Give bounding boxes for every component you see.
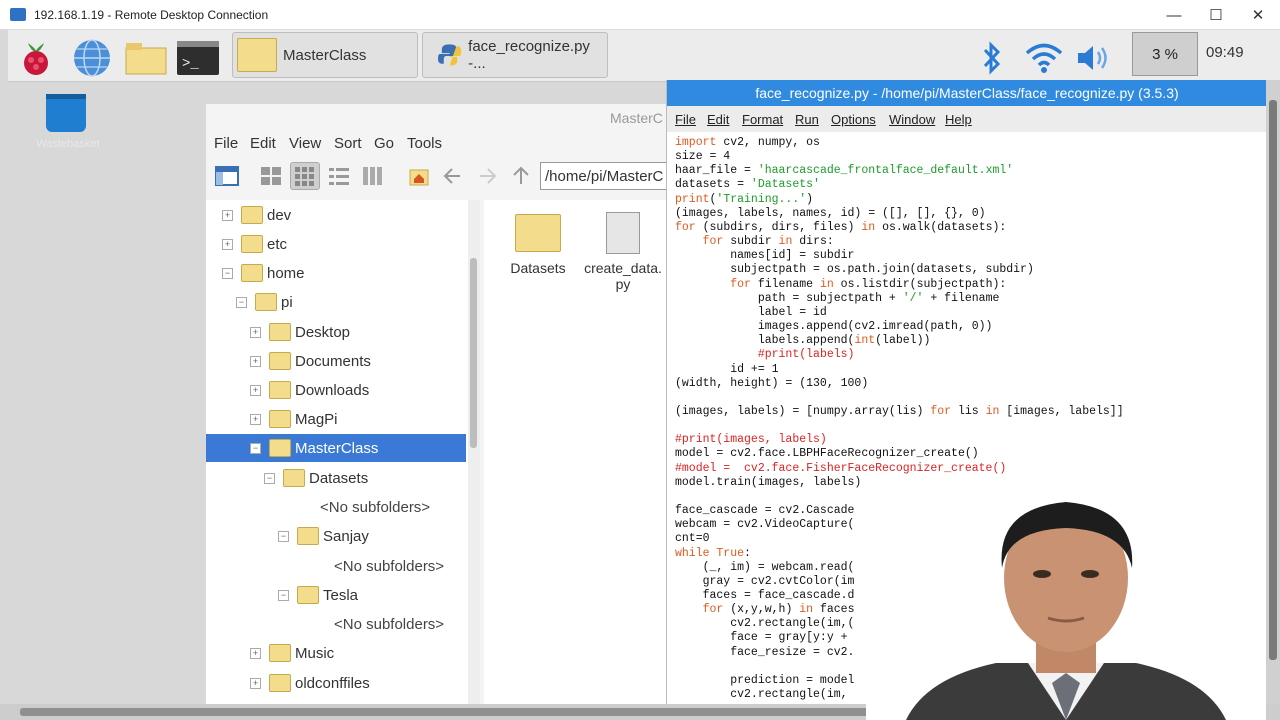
taskbar: >_ MasterClass face_recognize.py -... 3 … <box>8 30 1280 82</box>
text-file-icon <box>606 212 640 254</box>
folder-icon <box>283 469 305 487</box>
tree-item-masterclass[interactable]: − MasterClass <box>206 434 466 462</box>
folder-icon <box>515 214 561 252</box>
tree-item-pi[interactable]: − pi <box>236 288 293 316</box>
scrollbar-thumb[interactable] <box>1269 100 1277 660</box>
editor-menu-run[interactable]: Run <box>795 112 819 127</box>
editor-menubar: File Edit Format Run Options Window Help <box>667 106 1267 132</box>
file-list: Datasets create_data.py <box>484 200 676 704</box>
maximize-button[interactable]: ☐ <box>1194 4 1238 26</box>
menu-go[interactable]: Go <box>374 135 394 152</box>
back-arrow-icon[interactable] <box>438 162 468 190</box>
thumbnail-view-icon[interactable] <box>290 162 320 190</box>
menu-edit[interactable]: Edit <box>250 135 276 152</box>
editor-scrollbar[interactable] <box>1266 80 1280 704</box>
editor-title: face_recognize.py - /home/pi/MasterClass… <box>667 80 1267 106</box>
editor-menu-help[interactable]: Help <box>945 112 972 127</box>
tree-item-home[interactable]: − home <box>222 259 305 287</box>
tree-scrollbar[interactable] <box>468 200 480 704</box>
file-item-create-data[interactable]: create_data.py <box>582 206 664 292</box>
folder-icon <box>297 586 319 604</box>
tree-item-etc[interactable]: + etc <box>222 230 287 258</box>
presenter-photo <box>906 502 1226 720</box>
editor-menu-format[interactable]: Format <box>742 112 783 127</box>
forward-arrow-icon[interactable] <box>472 162 502 190</box>
wastebasket-label: Wastebasket <box>36 138 100 150</box>
folder-icon <box>269 410 291 428</box>
folder-icon <box>269 674 291 692</box>
task-masterclass[interactable]: MasterClass <box>232 32 418 78</box>
task-face-recognize[interactable]: face_recognize.py -... <box>422 32 608 78</box>
remote-desktop-icon <box>10 8 26 21</box>
tree-no-subfolders: <No subfolders> <box>334 557 445 575</box>
editor-menu-options[interactable]: Options <box>831 112 876 127</box>
path-input[interactable]: /home/pi/MasterC <box>540 162 680 190</box>
editor-menu-file[interactable]: File <box>675 112 696 127</box>
tree-item-documents[interactable]: + Documents <box>250 347 371 375</box>
tree-item-oldconffiles[interactable]: + oldconffiles <box>250 669 370 697</box>
terminal-icon[interactable]: >_ <box>174 36 222 80</box>
tree-item-dev[interactable]: + dev <box>222 201 291 229</box>
tree-item-magpi[interactable]: + MagPi <box>250 405 338 433</box>
svg-text:>_: >_ <box>182 56 199 72</box>
folder-icon <box>241 235 263 253</box>
clock: 09:49 <box>1206 44 1244 61</box>
presenter-webcam-overlay <box>866 478 1266 720</box>
cpu-monitor: 3 % <box>1132 32 1198 76</box>
wifi-icon[interactable] <box>1020 36 1068 80</box>
file-manager-menubar: File Edit View Sort Go Tools <box>206 132 676 156</box>
folder-icon <box>269 439 291 457</box>
volume-icon[interactable] <box>1070 36 1118 80</box>
sidebar-toggle-icon[interactable] <box>212 162 242 190</box>
web-browser-icon[interactable] <box>68 36 116 80</box>
tree-item-downloads[interactable]: + Downloads <box>250 376 369 404</box>
file-item-datasets[interactable]: Datasets <box>502 206 574 276</box>
up-arrow-icon[interactable] <box>506 162 536 190</box>
folder-icon <box>241 206 263 224</box>
tree-item-tesla[interactable]: − Tesla <box>278 581 358 609</box>
python-icon <box>437 44 462 66</box>
tree-no-subfolders: <No subfolders> <box>320 498 431 516</box>
task-label: face_recognize.py -... <box>468 38 590 72</box>
editor-menu-edit[interactable]: Edit <box>707 112 729 127</box>
folder-icon <box>297 527 319 545</box>
file-manager-icon[interactable] <box>122 36 170 80</box>
folder-icon <box>237 38 277 72</box>
file-manager-title: MasterC <box>610 110 663 126</box>
file-manager-window: MasterC File Edit View Sort Go Tools /ho… <box>206 104 680 704</box>
menu-file[interactable]: File <box>214 135 238 152</box>
music-folder-icon <box>269 644 291 662</box>
scrollbar-thumb[interactable] <box>470 258 477 448</box>
raspberry-menu-icon[interactable] <box>12 36 60 80</box>
home-icon[interactable] <box>404 162 434 190</box>
editor-menu-window[interactable]: Window <box>889 112 935 127</box>
icon-view-icon[interactable] <box>256 162 286 190</box>
bluetooth-icon[interactable] <box>968 36 1016 80</box>
menu-sort[interactable]: Sort <box>334 135 362 152</box>
window-title: 192.168.1.19 - Remote Desktop Connection <box>34 7 269 22</box>
minimize-button[interactable]: — <box>1152 4 1196 26</box>
tree-item-datasets[interactable]: − Datasets <box>264 464 368 492</box>
tree-item-music[interactable]: + Music <box>250 639 334 667</box>
close-button[interactable]: ✕ <box>1236 4 1280 26</box>
file-manager-toolbar: /home/pi/MasterC <box>206 160 680 194</box>
menu-tools[interactable]: Tools <box>407 135 442 152</box>
documents-folder-icon <box>269 352 291 370</box>
wastebasket-icon[interactable] <box>46 94 86 132</box>
list-view-icon[interactable] <box>358 162 388 190</box>
menu-view[interactable]: View <box>289 135 321 152</box>
desktop-folder-icon <box>269 323 291 341</box>
folder-tree: + dev + etc − home − pi + Desktop + Documents … <box>206 200 468 704</box>
tree-item-desktop[interactable]: + Desktop <box>250 318 350 346</box>
downloads-folder-icon <box>269 381 291 399</box>
home-folder-icon <box>255 293 277 311</box>
tree-no-subfolders: <No subfolders> <box>334 615 445 633</box>
tree-item-sanjay[interactable]: − Sanjay <box>278 522 369 550</box>
folder-icon <box>241 264 263 282</box>
task-label: MasterClass <box>283 46 367 64</box>
remote-desktop-titlebar: 192.168.1.19 - Remote Desktop Connection… <box>0 0 1280 30</box>
compact-view-icon[interactable] <box>324 162 354 190</box>
